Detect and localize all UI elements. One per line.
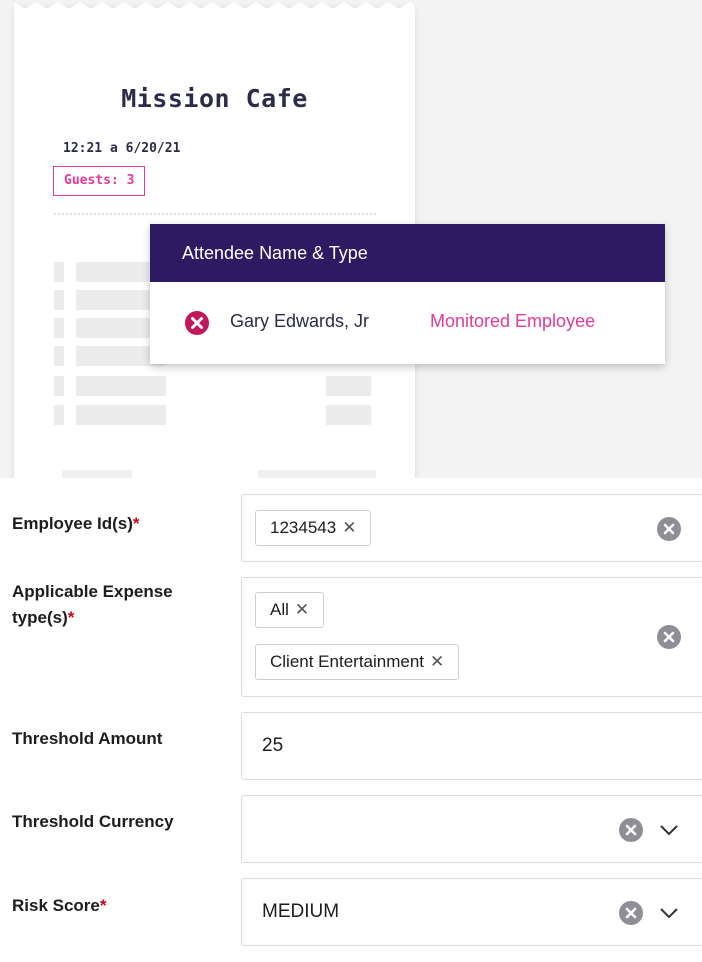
employee-ids-field[interactable]: 1234543 ✕ xyxy=(241,494,702,562)
required-marker: * xyxy=(132,514,140,533)
expense-types-label-line2-text: type(s) xyxy=(12,608,68,627)
expense-type-chip-label: All xyxy=(270,600,289,619)
risk-score-label: Risk Score* xyxy=(12,893,107,919)
receipt-placeholder-line xyxy=(326,405,371,425)
receipt-placeholder-line xyxy=(62,470,132,478)
remove-chip-icon[interactable]: ✕ xyxy=(430,645,444,679)
receipt-placeholder-line xyxy=(54,318,64,338)
risk-score-label-text: Risk Score xyxy=(12,896,100,915)
receipt-title: Mission Cafe xyxy=(121,84,308,113)
employee-ids-label-text: Employee Id(s) xyxy=(12,514,133,533)
clear-expense-types-icon[interactable] xyxy=(656,624,682,650)
attendee-type: Monitored Employee xyxy=(430,311,596,331)
remove-chip-icon[interactable]: ✕ xyxy=(342,511,356,545)
receipt-illustration-area: Mission Cafe 12:21 a 6/20/21 Guests: 3 A… xyxy=(0,0,702,478)
chevron-down-icon[interactable] xyxy=(658,902,680,924)
required-marker: * xyxy=(67,608,75,627)
receipt-placeholder-line xyxy=(54,346,64,366)
required-marker: * xyxy=(99,896,107,915)
chevron-down-icon[interactable] xyxy=(658,819,680,841)
risk-score-value: MEDIUM xyxy=(262,901,340,922)
expense-types-label-line1: Applicable Expense xyxy=(12,582,173,601)
receipt-placeholder-line xyxy=(54,376,64,396)
employee-id-chip: 1234543 ✕ xyxy=(255,510,372,546)
receipt-datetime: 12:21 a 6/20/21 xyxy=(63,141,181,156)
threshold-amount-input[interactable]: 25 xyxy=(241,712,702,780)
monitoring-rule-form: Employee Id(s)* 1234543 ✕ Applicable Expe… xyxy=(0,478,702,962)
attendee-name: Gary Edwards, Jr xyxy=(230,311,370,331)
expense-type-chip: All ✕ xyxy=(255,592,325,628)
clear-employee-ids-icon[interactable] xyxy=(656,516,682,542)
receipt-zigzag-edge xyxy=(14,2,415,10)
receipt-placeholder-line xyxy=(258,470,376,478)
employee-id-chip-label: 1234543 xyxy=(270,518,337,537)
remove-chip-icon[interactable]: ✕ xyxy=(295,593,309,627)
expense-types-field[interactable]: All ✕ Client Entertainment ✕ xyxy=(241,577,702,697)
receipt-placeholder-line xyxy=(326,376,371,396)
clear-risk-score-icon[interactable] xyxy=(618,900,644,926)
expense-type-chip-label: Client Entertainment xyxy=(270,652,425,671)
expense-types-label-line2: type(s)* xyxy=(12,605,173,631)
clear-threshold-currency-icon[interactable] xyxy=(618,817,644,843)
attendee-popup-header: Attendee Name & Type xyxy=(150,224,665,282)
threshold-currency-label: Threshold Currency xyxy=(12,812,174,831)
expense-types-label: Applicable Expense type(s)* xyxy=(12,579,173,631)
receipt-placeholder-line xyxy=(76,405,166,425)
attendee-row: Gary Edwards, Jr Monitored Employee xyxy=(150,282,665,364)
attendee-popup: Attendee Name & Type Gary Edwards, Jr Mo… xyxy=(150,224,665,364)
risk-score-select[interactable]: MEDIUM xyxy=(241,878,702,946)
expense-type-chip: Client Entertainment ✕ xyxy=(255,644,460,680)
receipt-placeholder-line xyxy=(76,376,166,396)
receipt-placeholder-line xyxy=(54,405,64,425)
receipt-placeholder-line xyxy=(54,290,64,310)
employee-ids-label: Employee Id(s)* xyxy=(12,511,140,537)
receipt-placeholder-line xyxy=(54,262,64,282)
receipt-guests-badge: Guests: 3 xyxy=(53,166,146,196)
threshold-amount-value: 25 xyxy=(262,735,284,756)
threshold-amount-label: Threshold Amount xyxy=(12,729,163,748)
threshold-currency-select[interactable] xyxy=(241,795,702,863)
receipt-divider xyxy=(54,213,376,215)
remove-attendee-icon[interactable] xyxy=(184,310,210,336)
